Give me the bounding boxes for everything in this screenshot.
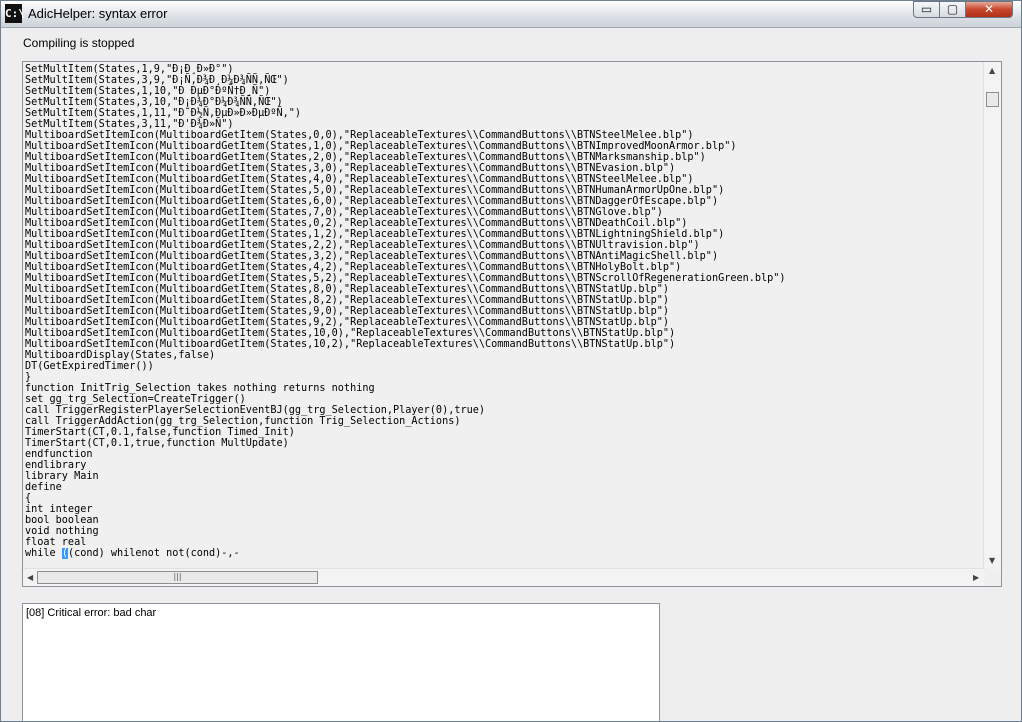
code-line: SetMultItem(States,1,11,"Ð˜Ð½Ñ‚ÐµÐ»Ð»ÐµÐ… xyxy=(25,108,302,119)
compile-status-label: Compiling is stopped xyxy=(23,36,135,50)
error-message: [08] Critical error: bad char xyxy=(26,607,157,619)
code-text-area[interactable]: SetMultItem(States,1,9,"Ð¡Ð¸Ð»Ð°") SetMul… xyxy=(25,64,983,566)
code-line: library Main xyxy=(25,471,99,482)
code-line: MultiboardDisplay(States,false) xyxy=(25,350,216,361)
code-text-after-error: (cond) whilenot not(cond)-,- xyxy=(67,548,240,559)
code-text-before-error: while xyxy=(25,548,62,559)
window-title: AdicHelper: syntax error xyxy=(28,6,168,21)
code-line: define xyxy=(25,482,62,493)
code-line: SetMultItem(States,1,10,"Ð ÐµÐ°ÐºÑ†Ð¸Ñ") xyxy=(25,86,271,97)
code-line: bool boolean xyxy=(25,515,99,526)
code-line: MultiboardSetItemIcon(MultiboardGetItem(… xyxy=(25,174,694,185)
code-line: MultiboardSetItemIcon(MultiboardGetItem(… xyxy=(25,273,786,284)
code-line: TimerStart(CT,0.1,true,function MultUpda… xyxy=(25,438,289,449)
code-line: function InitTrig_Selection takes nothin… xyxy=(25,383,375,394)
code-line: MultiboardSetItemIcon(MultiboardGetItem(… xyxy=(25,163,676,174)
code-line: SetMultItem(States,3,10,"Ð¡Ð¾Ð°Ð¼Ð¾ÑÑ‚ÑŒ… xyxy=(25,97,283,108)
horizontal-scrollbar[interactable]: ◀ ||| ▶ xyxy=(23,568,985,586)
code-line: MultiboardSetItemIcon(MultiboardGetItem(… xyxy=(25,240,700,251)
vertical-scroll-thumb[interactable] xyxy=(986,92,999,107)
code-line: MultiboardSetItemIcon(MultiboardGetItem(… xyxy=(25,141,737,152)
code-line: MultiboardSetItemIcon(MultiboardGetItem(… xyxy=(25,251,719,262)
code-line: MultiboardSetItemIcon(MultiboardGetItem(… xyxy=(25,218,688,229)
code-line: SetMultItem(States,3,11,"Ð'Ð¾Ð»Ñ") xyxy=(25,119,234,130)
code-line: MultiboardSetItemIcon(MultiboardGetItem(… xyxy=(25,207,663,218)
console-app-icon: C:\ xyxy=(5,4,25,23)
scroll-down-arrow-icon[interactable]: ▼ xyxy=(989,556,995,565)
code-line: MultiboardSetItemIcon(MultiboardGetItem(… xyxy=(25,229,725,240)
vertical-scrollbar[interactable]: ▲ ▼ xyxy=(983,62,1001,569)
code-line: { xyxy=(25,493,32,504)
error-output-panel[interactable]: [08] Critical error: bad char xyxy=(22,603,660,721)
code-line: DT(GetExpiredTimer()) xyxy=(25,361,154,372)
code-line: MultiboardSetItemIcon(MultiboardGetItem(… xyxy=(25,262,682,273)
code-line: TimerStart(CT,0.1,false,function Timed_I… xyxy=(25,427,295,438)
code-viewer[interactable]: SetMultItem(States,1,9,"Ð¡Ð¸Ð»Ð°") SetMul… xyxy=(22,61,1002,587)
code-line: MultiboardSetItemIcon(MultiboardGetItem(… xyxy=(25,152,706,163)
scroll-left-arrow-icon[interactable]: ◀ xyxy=(27,573,33,582)
minimize-button[interactable]: ▭ xyxy=(913,1,940,18)
code-line: call TriggerAddAction(gg_trg_Selection,f… xyxy=(25,416,461,427)
code-line: MultiboardSetItemIcon(MultiboardGetItem(… xyxy=(25,284,670,295)
code-line: MultiboardSetItemIcon(MultiboardGetItem(… xyxy=(25,339,676,350)
code-line: } xyxy=(25,372,32,383)
code-line: endfunction xyxy=(25,449,93,460)
scroll-right-arrow-icon[interactable]: ▶ xyxy=(973,573,979,582)
scroll-up-arrow-icon[interactable]: ▲ xyxy=(989,66,995,75)
code-line: int integer xyxy=(25,504,93,515)
code-line: MultiboardSetItemIcon(MultiboardGetItem(… xyxy=(25,130,694,141)
code-line: MultiboardSetItemIcon(MultiboardGetItem(… xyxy=(25,317,670,328)
code-line: void nothing xyxy=(25,526,99,537)
code-line: MultiboardSetItemIcon(MultiboardGetItem(… xyxy=(25,295,670,306)
code-line: SetMultItem(States,3,9,"Ð¡Ñ‚Ð¾Ð¸Ð¼Ð¾ÑÑ‚Ñ… xyxy=(25,75,289,86)
horizontal-scroll-thumb[interactable]: ||| xyxy=(37,571,318,584)
title-bar[interactable]: C:\ AdicHelper: syntax error ▭ ▢ ✕ xyxy=(1,1,1021,28)
adichelper-window: C:\ AdicHelper: syntax error ▭ ▢ ✕ Compi… xyxy=(0,0,1022,722)
code-line: call TriggerRegisterPlayerSelectionEvent… xyxy=(25,405,486,416)
scrollbar-corner xyxy=(984,569,1001,586)
code-line: float real xyxy=(25,537,87,548)
code-line: MultiboardSetItemIcon(MultiboardGetItem(… xyxy=(25,328,676,339)
code-line: set gg_trg_Selection=CreateTrigger() xyxy=(25,394,246,405)
code-line: MultiboardSetItemIcon(MultiboardGetItem(… xyxy=(25,196,719,207)
code-line-error: while ((cond) whilenot not(cond)-,- xyxy=(25,548,983,559)
maximize-button[interactable]: ▢ xyxy=(939,1,966,18)
code-line: endlibrary xyxy=(25,460,87,471)
code-line: MultiboardSetItemIcon(MultiboardGetItem(… xyxy=(25,185,725,196)
close-button[interactable]: ✕ xyxy=(965,1,1013,18)
code-line: MultiboardSetItemIcon(MultiboardGetItem(… xyxy=(25,306,670,317)
code-line: SetMultItem(States,1,9,"Ð¡Ð¸Ð»Ð°") xyxy=(25,64,234,75)
